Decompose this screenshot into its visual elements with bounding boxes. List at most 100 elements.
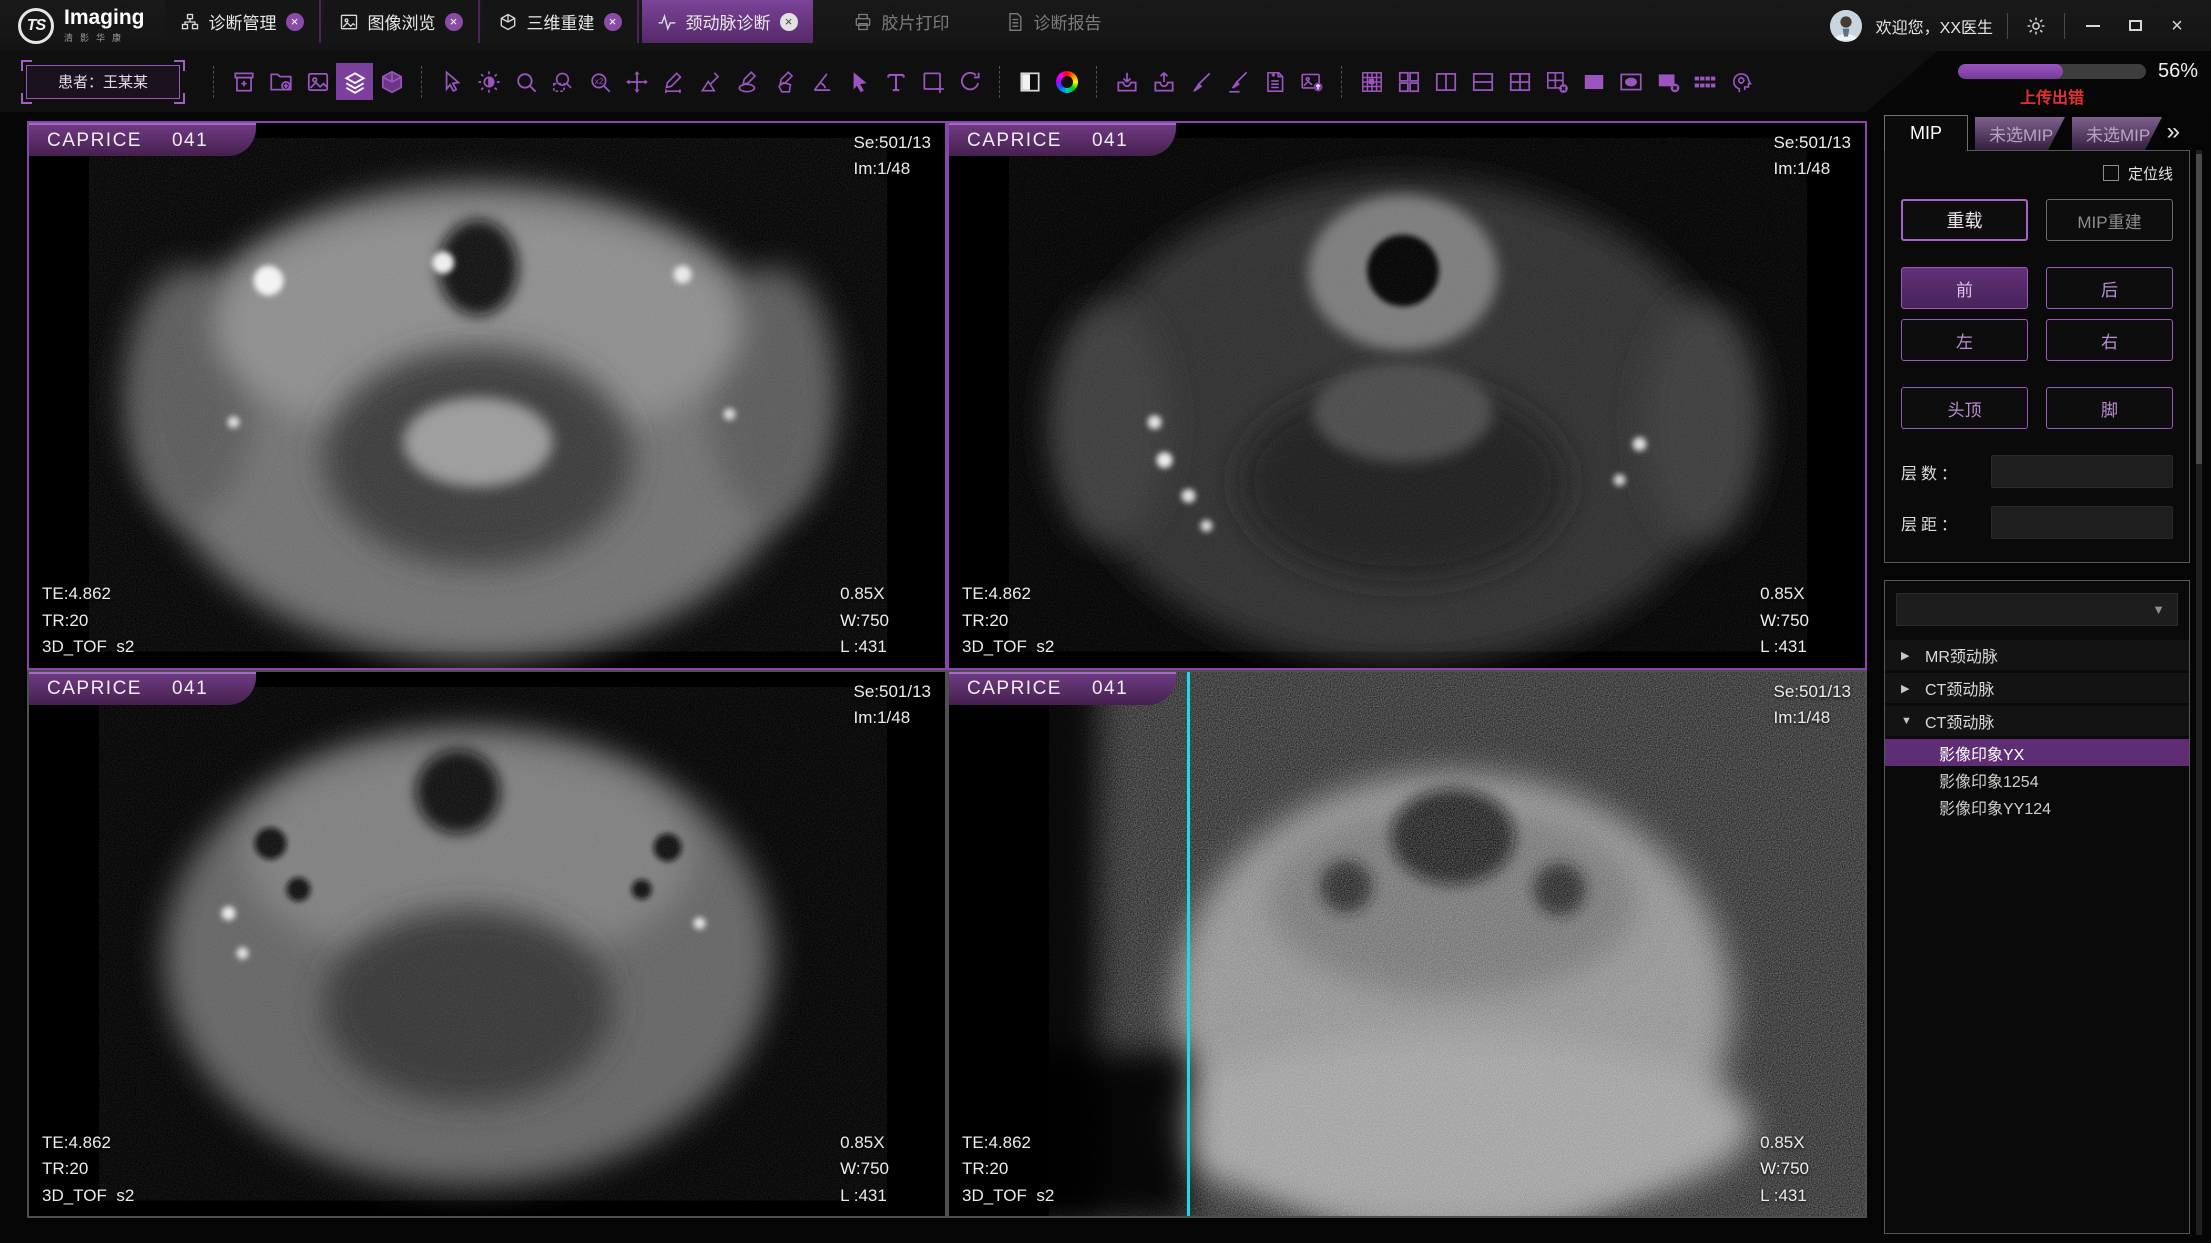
- reload-button[interactable]: 重载: [1901, 199, 2028, 241]
- tool-folder-open-add-button[interactable]: [262, 63, 299, 100]
- toolbar-divider: [1341, 66, 1342, 98]
- scrollbar-thumb[interactable]: [2196, 154, 2202, 464]
- tool-pan-button[interactable]: [618, 63, 655, 100]
- direction-left-button[interactable]: 左: [1901, 319, 2028, 361]
- slice-gap-input[interactable]: [1991, 506, 2173, 539]
- close-icon[interactable]: ×: [445, 13, 463, 31]
- upload-error-text[interactable]: 上传出错: [1958, 84, 2146, 108]
- sidebar-tab-unselected-mip-2[interactable]: 未选MIP: [2072, 117, 2162, 150]
- settings-button[interactable]: [2022, 12, 2050, 40]
- tool-frame-add-button[interactable]: [914, 63, 951, 100]
- series-dropdown[interactable]: ▼: [1896, 593, 2178, 626]
- tool-invert-grayscale-button[interactable]: [1011, 63, 1048, 100]
- tool-image-export-button[interactable]: [1293, 63, 1330, 100]
- tool-layers-button[interactable]: [336, 63, 373, 100]
- viewport-bottom-right[interactable]: CAPRICE 041 Se:501/13Im:1/48 TE:4.862TR:…: [947, 670, 1867, 1219]
- tree-child-impression-1254[interactable]: 影像印象1254: [1885, 766, 2189, 793]
- tab-film-print[interactable]: 胶片打印: [838, 0, 965, 43]
- layout-ellipse-focus-button[interactable]: [1612, 63, 1649, 100]
- tree-child-impression-yx[interactable]: 影像印象YX: [1885, 739, 2189, 766]
- locator-line[interactable]: [1187, 672, 1190, 1217]
- layout-grid-dense-button[interactable]: [1353, 63, 1390, 100]
- tool-upload-button[interactable]: [1145, 63, 1182, 100]
- viewport-top-left[interactable]: CAPRICE 041 Se:501/13Im:1/48 TE:4.862TR:…: [27, 121, 947, 670]
- tool-brush-line-button[interactable]: [1219, 63, 1256, 100]
- tab-diagnosis-management[interactable]: 诊断管理 ×: [165, 0, 321, 43]
- sidebar-scrollbar[interactable]: [2196, 150, 2202, 1235]
- tab-image-browse[interactable]: 图像浏览 ×: [324, 0, 480, 43]
- overlay-series-info: Se:501/13Im:1/48: [1773, 130, 1851, 183]
- minimize-button[interactable]: [2079, 12, 2107, 40]
- tree-child-impression-yy124[interactable]: 影像印象YY124: [1885, 793, 2189, 820]
- avatar[interactable]: [1830, 10, 1862, 42]
- tool-measure-length-button[interactable]: [655, 63, 692, 100]
- tool-measure-draw-button[interactable]: [692, 63, 729, 100]
- maximize-button[interactable]: [2121, 12, 2149, 40]
- tool-brush-button[interactable]: [1182, 63, 1219, 100]
- tree-item-ct-carotid-1[interactable]: ▶ CT颈动脉: [1885, 673, 2189, 703]
- direction-back-button[interactable]: 后: [2046, 267, 2173, 309]
- layout-filmstrip-button[interactable]: [1686, 63, 1723, 100]
- tool-brightness-contrast-button[interactable]: [470, 63, 507, 100]
- tool-measure-angle-button[interactable]: [803, 63, 840, 100]
- tree-item-ct-carotid-2[interactable]: ▼ CT颈动脉: [1885, 706, 2189, 736]
- tool-volume-3d-button[interactable]: [373, 63, 410, 100]
- layout-grid-remove-button[interactable]: [1538, 63, 1575, 100]
- tool-zoom-button[interactable]: [507, 63, 544, 100]
- viewport-bottom-left[interactable]: CAPRICE 041 Se:501/13Im:1/48 TE:4.862TR:…: [27, 670, 947, 1219]
- tool-report-new-button[interactable]: [1256, 63, 1293, 100]
- tree-item-mr-carotid[interactable]: ▶ MR颈动脉: [1885, 640, 2189, 670]
- layout-split-horizontal-button[interactable]: [1464, 63, 1501, 100]
- layout-single-button[interactable]: [1575, 63, 1612, 100]
- toolbar-divider: [213, 66, 214, 98]
- org-chart-icon: [180, 12, 200, 32]
- tree-expanded-icon[interactable]: ▼: [1901, 715, 1913, 727]
- mip-rebuild-button[interactable]: MIP重建: [2046, 199, 2173, 241]
- viewport-top-right[interactable]: CAPRICE 041 Se:501/13Im:1/48 TE:4.862TR:…: [947, 121, 1867, 670]
- close-icon[interactable]: ×: [604, 13, 622, 31]
- tool-draw-ellipse-button[interactable]: [729, 63, 766, 100]
- chevron-double-right-icon[interactable]: »: [2167, 118, 2190, 150]
- viewport-banner: CAPRICE 041: [949, 672, 1176, 705]
- tool-download-button[interactable]: [1108, 63, 1145, 100]
- layout-grid-2x2-button[interactable]: [1501, 63, 1538, 100]
- direction-front-button[interactable]: 前: [1901, 267, 2028, 309]
- sidebar-tab-mip[interactable]: MIP: [1884, 115, 1968, 151]
- close-window-button[interactable]: ×: [2163, 12, 2191, 40]
- titlebar: TS Imaging 清影华康 诊断管理 × 图像浏览 × 三维重建 × 颈动脉…: [0, 0, 2211, 51]
- tab-3d-reconstruction[interactable]: 三维重建 ×: [483, 0, 639, 43]
- tool-draw-polygon-button[interactable]: [766, 63, 803, 100]
- layout-split-vertical-button[interactable]: [1427, 63, 1464, 100]
- sidebar-tab-unselected-mip-1[interactable]: 未选MIP: [1975, 117, 2065, 150]
- patient-selector[interactable]: 患者：王某某: [26, 65, 180, 99]
- tab-diagnosis-report[interactable]: 诊断报告: [990, 0, 1117, 43]
- tool-archive-add-button[interactable]: [225, 63, 262, 100]
- tab-carotid-diagnosis[interactable]: 颈动脉诊断 ×: [642, 0, 813, 43]
- download-icon: [1114, 69, 1140, 95]
- close-icon[interactable]: ×: [286, 13, 304, 31]
- tool-photo-view-button[interactable]: [299, 63, 336, 100]
- direction-foot-button[interactable]: 脚: [2046, 387, 2173, 429]
- tree-collapsed-icon[interactable]: ▶: [1901, 649, 1913, 662]
- tool-color-palette-button[interactable]: [1048, 63, 1085, 100]
- zoom-2x-icon: x2: [587, 69, 613, 95]
- tab-label: 胶片打印: [882, 9, 950, 34]
- locator-line-checkbox[interactable]: [2103, 165, 2119, 181]
- tool-zoom-2x-button[interactable]: x2: [581, 63, 618, 100]
- tool-text-annotation-button[interactable]: [877, 63, 914, 100]
- tool-pointer-button[interactable]: [840, 63, 877, 100]
- close-icon[interactable]: ×: [780, 13, 798, 31]
- tool-cursor-button[interactable]: [433, 63, 470, 100]
- slice-count-input[interactable]: [1991, 455, 2173, 488]
- logo-monogram: TS: [27, 17, 45, 35]
- tab-label: 诊断管理: [209, 9, 277, 34]
- tool-zoom-region-button[interactable]: [544, 63, 581, 100]
- layout-tiles-button[interactable]: [1390, 63, 1427, 100]
- ai-assist-button[interactable]: [1723, 63, 1760, 100]
- tool-rotate-reset-button[interactable]: [951, 63, 988, 100]
- main-tabs: 诊断管理 × 图像浏览 × 三维重建 × 颈动脉诊断 × 胶片打印 诊断报告: [165, 0, 1117, 43]
- layout-remove-button[interactable]: [1649, 63, 1686, 100]
- tree-collapsed-icon[interactable]: ▶: [1901, 682, 1913, 695]
- direction-right-button[interactable]: 右: [2046, 319, 2173, 361]
- direction-head-button[interactable]: 头顶: [1901, 387, 2028, 429]
